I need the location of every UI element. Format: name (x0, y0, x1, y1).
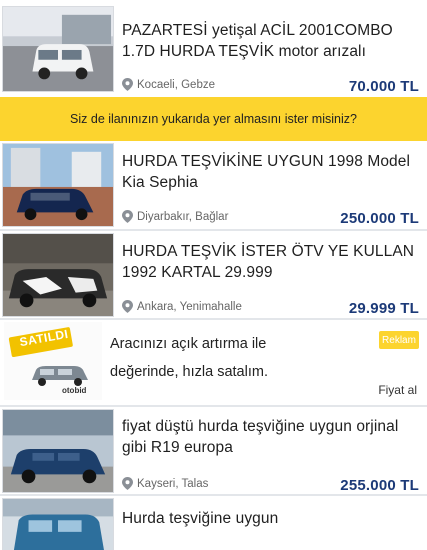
listing-location-text: Kayseri, Talas (137, 477, 209, 490)
map-pin-icon (122, 477, 133, 490)
ad-card[interactable]: SATILDI otobid Aracınızı açık artırma il… (0, 320, 427, 405)
listing-price: 70.000 TL (348, 78, 419, 95)
map-pin-icon (122, 300, 133, 313)
promo-banner[interactable]: Siz de ilanınızın yukarıda yer almasını … (0, 97, 427, 141)
listing-location: Diyarbakır, Bağlar (122, 210, 228, 223)
ad-line-1: Aracınızı açık artırma ile (110, 336, 267, 352)
ad-fiyat-al-link[interactable]: Fiyat al (378, 383, 417, 397)
listing-title: HURDA TEŞVİKİNE UYGUN 1998 Model Kia Sep… (122, 153, 411, 191)
promo-banner-text: Siz de ilanınızın yukarıda yer almasını … (70, 112, 357, 126)
listing-thumbnail (2, 6, 114, 92)
listing-title: fiyat düştü hurda teşviğine uygun orjina… (122, 418, 399, 456)
listing-row-2[interactable]: HURDA TEŞVİKİNE UYGUN 1998 Model Kia Sep… (0, 141, 427, 231)
ad-line-2: değerinde, hızla satalım. (110, 364, 268, 380)
listing-thumbnail (2, 233, 114, 317)
listing-row-3[interactable]: HURDA TEŞVİK İSTER ÖTV YE KULLAN 1992 KA… (0, 231, 427, 320)
listing-title: PAZARTESİ yetişal ACİL 2001COMBO 1.7D HU… (122, 22, 393, 60)
listing-thumbnail (2, 143, 114, 227)
ad-image-brand: otobid (62, 386, 87, 395)
listing-title: HURDA TEŞVİK İSTER ÖTV YE KULLAN 1992 KA… (122, 243, 415, 281)
listing-row-4[interactable]: fiyat düştü hurda teşviğine uygun orjina… (0, 407, 427, 496)
listing-location: Kocaeli, Gebze (122, 78, 215, 91)
listing-location-text: Diyarbakır, Bağlar (137, 210, 229, 223)
listing-thumbnail (2, 498, 114, 550)
listing-location-text: Ankara, Yenimahalle (137, 300, 242, 313)
listing-title: Hurda teşviğine uygun (122, 510, 279, 527)
listing-location: Ankara, Yenimahalle (122, 300, 242, 313)
listing-location-text: Kocaeli, Gebze (137, 78, 215, 91)
listing-price: 255.000 TL (340, 477, 419, 494)
listing-price: 29.999 TL (348, 300, 419, 317)
map-pin-icon (122, 78, 133, 91)
listing-thumbnail (2, 409, 114, 493)
ad-badge: Reklam (379, 331, 419, 349)
map-pin-icon (122, 210, 133, 223)
listing-location: Kayseri, Talas (122, 477, 208, 490)
listing-price: 250.000 TL (340, 210, 419, 227)
listing-row-1[interactable]: PAZARTESİ yetişal ACİL 2001COMBO 1.7D HU… (0, 0, 427, 97)
ad-image: SATILDI otobid (4, 322, 102, 400)
listing-row-5[interactable]: Hurda teşviğine uygun (0, 496, 427, 550)
